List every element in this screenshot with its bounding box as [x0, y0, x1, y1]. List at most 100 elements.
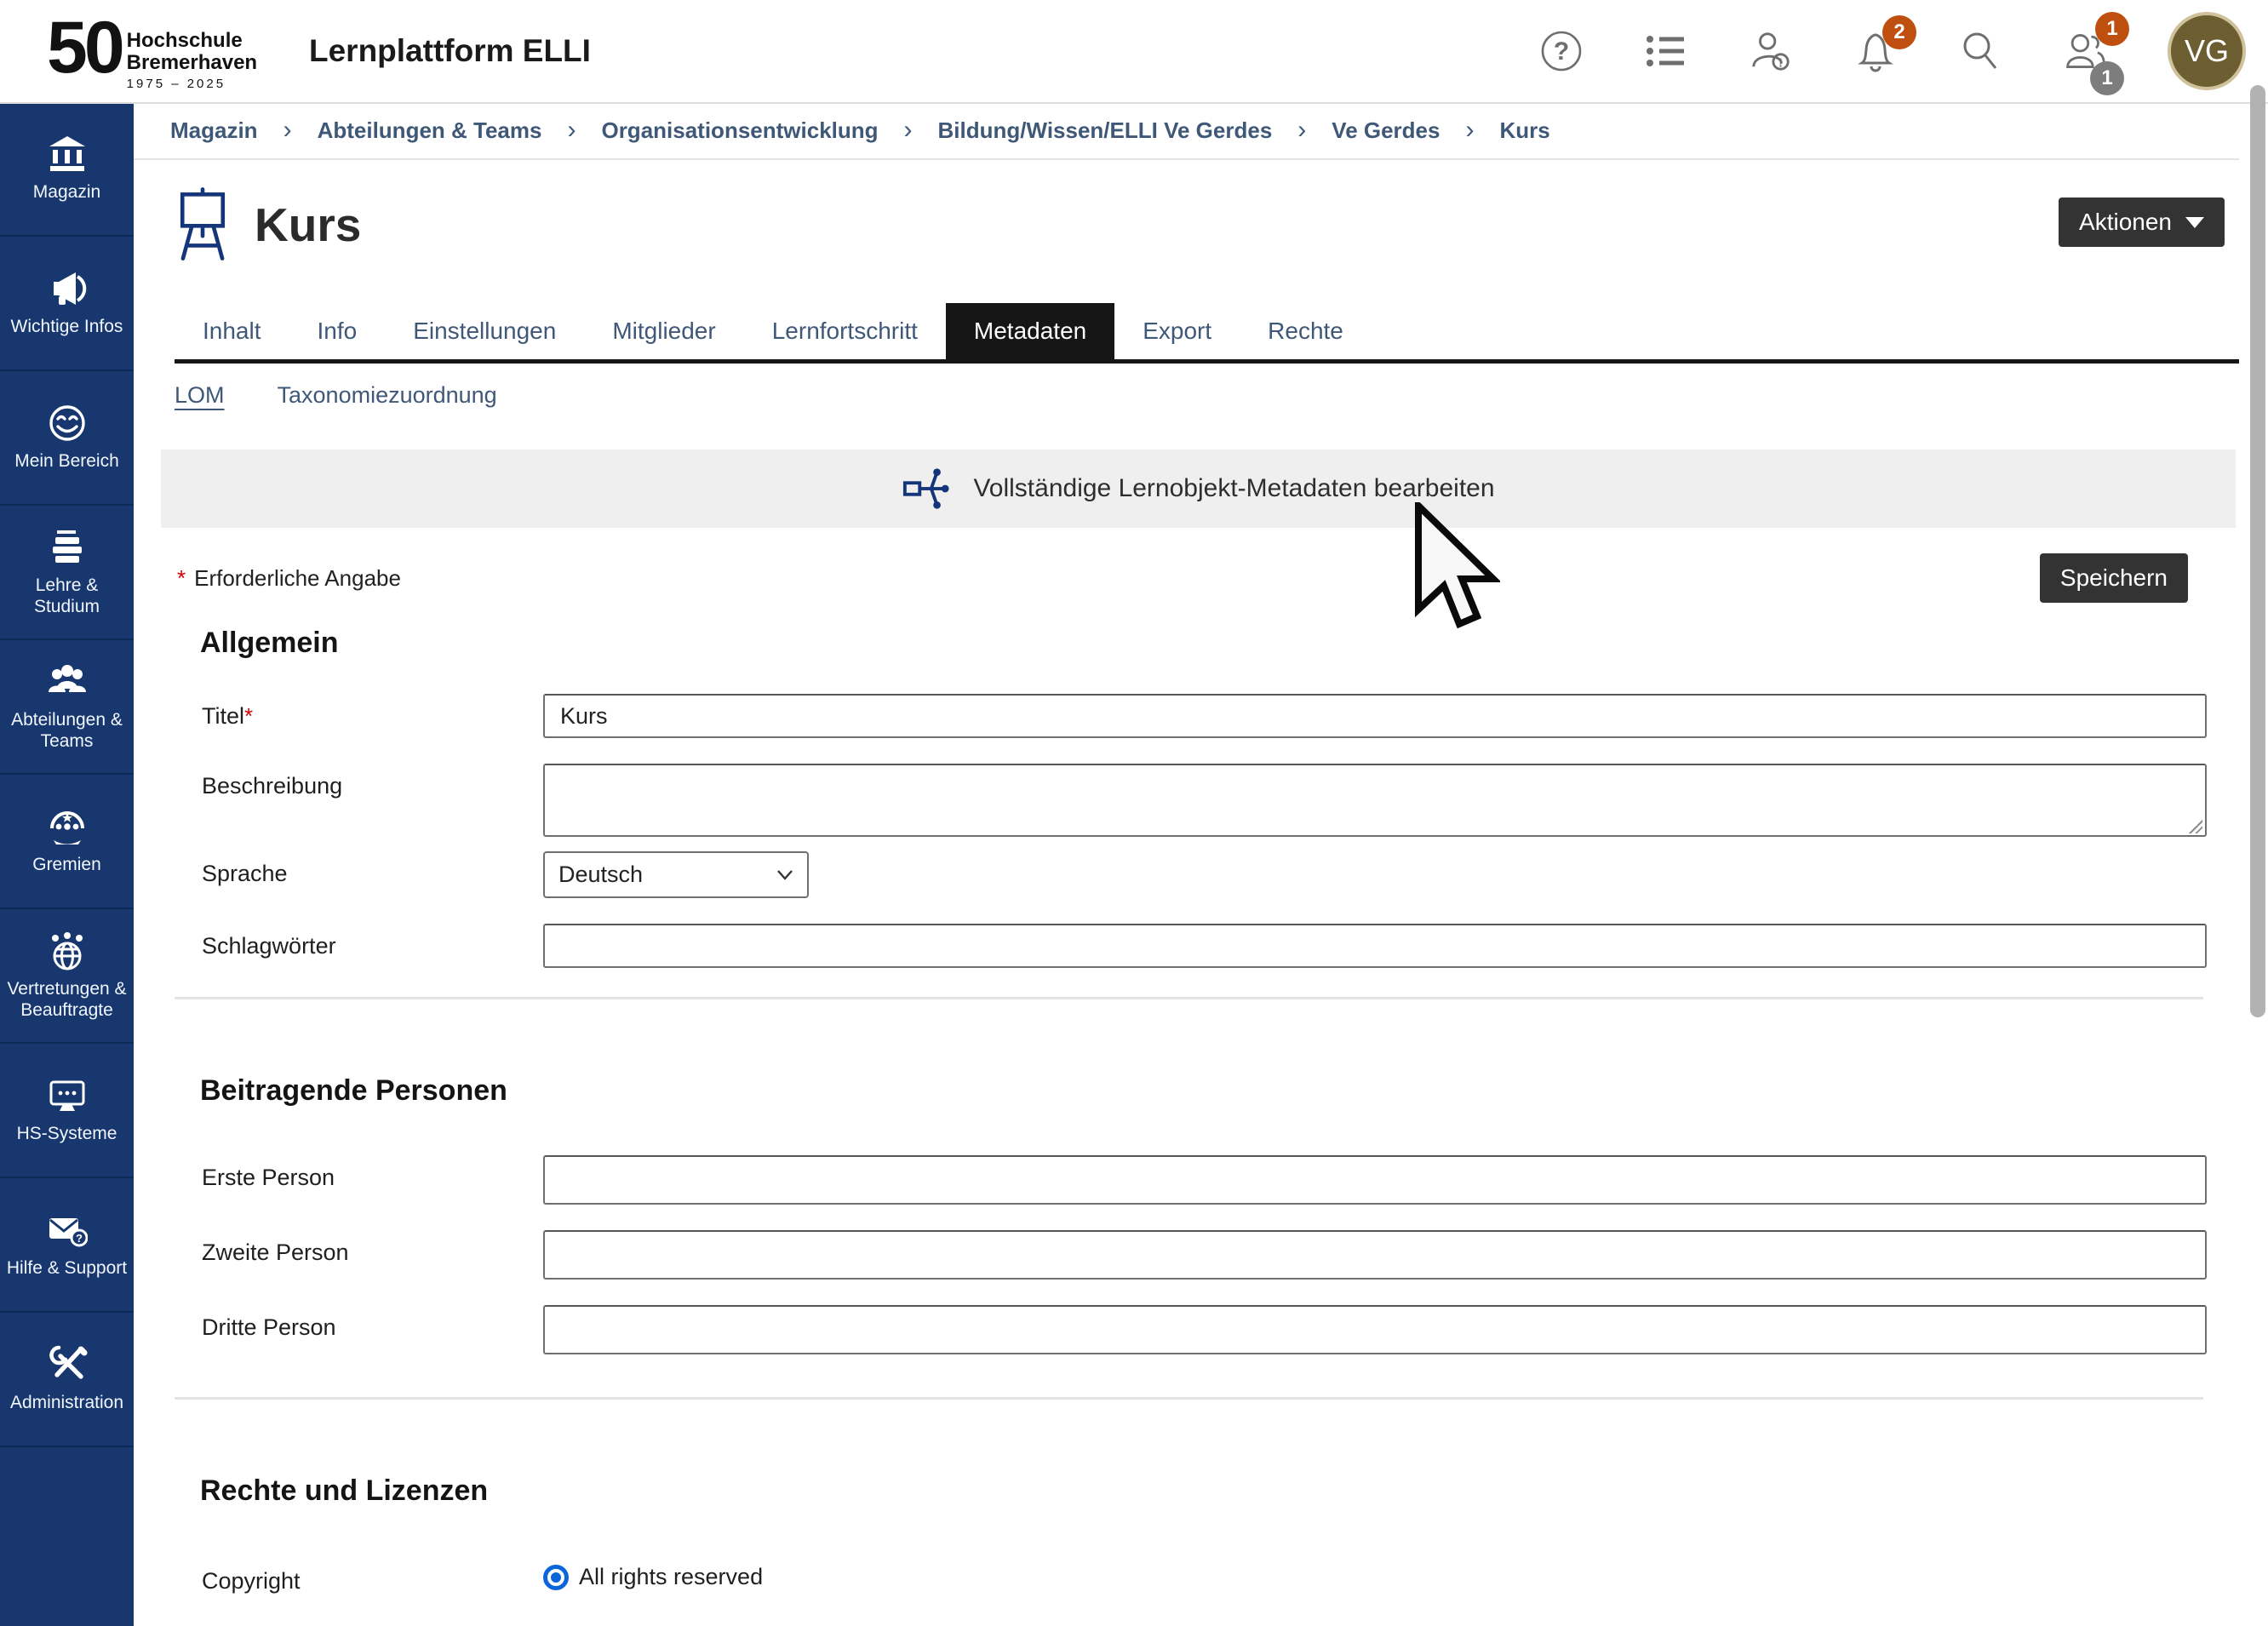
breadcrumb: Magazin › Abteilungen & Teams › Organisa… — [134, 102, 2239, 160]
sidebar-item-vertretungen[interactable]: Vertretungen & Beauftragte — [0, 909, 134, 1044]
logo-years: 1975 – 2025 — [127, 77, 257, 91]
tab-lernfortschritt[interactable]: Lernfortschritt — [744, 303, 946, 359]
sidebar-item-mein-bereich[interactable]: Mein Bereich — [0, 371, 134, 506]
help-button[interactable]: ? — [1539, 29, 1584, 73]
titel-input[interactable] — [543, 694, 2207, 738]
search-button[interactable] — [1958, 29, 2002, 73]
tab-bar: Inhalt Info Einstellungen Mitglieder Ler… — [175, 303, 2239, 364]
page-title: Kurs — [255, 198, 361, 252]
sprache-label: Sprache — [202, 851, 543, 887]
notifications-button[interactable]: 2 — [1853, 29, 1898, 73]
copyright-radio[interactable] — [543, 1565, 569, 1590]
copyright-label: Copyright — [202, 1559, 543, 1595]
list-icon — [1645, 30, 1687, 72]
contacts-badge-top: 1 — [2095, 12, 2129, 46]
help-icon: ? — [1539, 29, 1584, 73]
contacts-badge-bottom: 1 — [2090, 61, 2124, 95]
search-icon — [1958, 29, 2002, 73]
svg-text:?: ? — [1554, 37, 1569, 66]
list-button[interactable] — [1644, 29, 1688, 73]
contacts-button[interactable]: 1 1 — [2063, 29, 2107, 73]
subtab-lom[interactable]: LOM — [175, 382, 225, 412]
caret-down-icon — [2185, 217, 2204, 228]
user-alert-button[interactable]: ! — [1749, 29, 1793, 73]
beschreibung-label: Beschreibung — [202, 764, 543, 799]
tab-info[interactable]: Info — [289, 303, 386, 359]
metadata-edit-banner[interactable]: Vollständige Lernobjekt-Metadaten bearbe… — [161, 449, 2236, 528]
breadcrumb-item-kurs[interactable]: Kurs — [1499, 117, 1549, 144]
mail-question-icon: ? — [47, 1210, 88, 1251]
breadcrumb-item-bildung-wissen[interactable]: Bildung/Wissen/ELLI Ve Gerdes — [938, 117, 1273, 144]
monitor-icon — [47, 1075, 88, 1116]
top-header: 50 Hochschule Bremerhaven 1975 – 2025 Le… — [0, 0, 2268, 104]
metadata-edit-label: Vollständige Lernobjekt-Metadaten bearbe… — [973, 474, 1494, 503]
breadcrumb-separator: › — [284, 116, 292, 145]
copyright-radio-label: All rights reserved — [579, 1564, 763, 1590]
app-title: Lernplattform ELLI — [309, 33, 591, 69]
section-heading-rechte: Rechte und Lizenzen — [200, 1474, 2239, 1508]
user-alert-icon: ! — [1749, 28, 1793, 74]
breadcrumb-item-magazin[interactable]: Magazin — [170, 117, 258, 144]
main-content: Magazin › Abteilungen & Teams › Organisa… — [134, 102, 2239, 1626]
sidebar-item-hilfe-support[interactable]: ? Hilfe & Support — [0, 1178, 134, 1313]
logo-name-line2: Bremerhaven — [127, 52, 257, 74]
people-group-icon — [47, 661, 88, 702]
breadcrumb-item-organisationsentwicklung[interactable]: Organisationsentwicklung — [601, 117, 878, 144]
books-icon — [47, 527, 88, 568]
sidebar-item-lehre-studium[interactable]: Lehre & Studium — [0, 506, 134, 640]
required-marker: * — [177, 565, 186, 591]
dritte-person-input[interactable] — [543, 1305, 2207, 1354]
tab-rechte[interactable]: Rechte — [1240, 303, 1372, 359]
dritte-person-label: Dritte Person — [202, 1305, 543, 1341]
logo-50: 50 — [47, 11, 122, 84]
erste-person-label: Erste Person — [202, 1155, 543, 1191]
chevron-down-icon — [776, 869, 793, 881]
titel-label: Titel* — [202, 694, 543, 730]
zweite-person-label: Zweite Person — [202, 1230, 543, 1266]
notifications-badge: 2 — [1882, 15, 1916, 49]
sidebar-item-magazin[interactable]: Magazin — [0, 102, 134, 237]
easel-icon — [175, 186, 231, 264]
schlagwoerter-input[interactable] — [543, 924, 2207, 968]
section-heading-allgemein: Allgemein — [200, 627, 2239, 660]
sidebar-item-wichtige-infos[interactable]: Wichtige Infos — [0, 237, 134, 371]
erste-person-input[interactable] — [543, 1155, 2207, 1205]
bank-icon — [47, 134, 88, 175]
section-heading-beitragende: Beitragende Personen — [200, 1074, 2239, 1108]
sidebar: Magazin Wichtige Infos Mein Bereich Lehr… — [0, 102, 134, 1626]
schlagwoerter-label: Schlagwörter — [202, 924, 543, 959]
actions-button[interactable]: Aktionen — [2059, 198, 2225, 247]
zweite-person-input[interactable] — [543, 1230, 2207, 1280]
sidebar-item-abteilungen-teams[interactable]: Abteilungen & Teams — [0, 640, 134, 775]
sidebar-item-administration[interactable]: Administration — [0, 1313, 134, 1447]
section-divider — [175, 997, 2203, 999]
breadcrumb-item-abteilungen[interactable]: Abteilungen & Teams — [318, 117, 542, 144]
subtab-taxonomiezuordnung[interactable]: Taxonomiezuordnung — [278, 382, 497, 412]
tab-mitglieder[interactable]: Mitglieder — [584, 303, 743, 359]
tab-inhalt[interactable]: Inhalt — [175, 303, 289, 359]
scrollbar-thumb[interactable] — [2250, 85, 2265, 1017]
save-button[interactable]: Speichern — [2040, 553, 2188, 603]
required-note: *Erforderliche Angabe — [177, 565, 401, 592]
smiley-icon — [47, 403, 88, 444]
tab-export[interactable]: Export — [1114, 303, 1240, 359]
breadcrumb-separator: › — [904, 116, 913, 145]
beschreibung-textarea[interactable] — [543, 764, 2207, 837]
language-select[interactable]: Deutsch — [543, 851, 809, 898]
share-icon — [902, 464, 951, 513]
megaphone-icon — [47, 268, 88, 309]
logo-name-line1: Hochschule — [127, 30, 257, 52]
avatar[interactable]: VG — [2168, 12, 2246, 90]
svg-text:?: ? — [76, 1232, 83, 1245]
tools-icon — [47, 1344, 88, 1385]
hochschule-logo: 50 Hochschule Bremerhaven 1975 – 2025 — [47, 11, 302, 91]
sidebar-item-hs-systeme[interactable]: HS-Systeme — [0, 1044, 134, 1178]
globe-people-icon — [47, 930, 88, 971]
tab-metadaten[interactable]: Metadaten — [946, 303, 1114, 359]
tab-einstellungen[interactable]: Einstellungen — [385, 303, 584, 359]
breadcrumb-item-ve-gerdes[interactable]: Ve Gerdes — [1332, 117, 1440, 144]
breadcrumb-separator: › — [567, 116, 576, 145]
gremien-icon — [47, 806, 88, 847]
sidebar-item-gremien[interactable]: Gremien — [0, 775, 134, 909]
section-divider — [175, 1397, 2203, 1400]
